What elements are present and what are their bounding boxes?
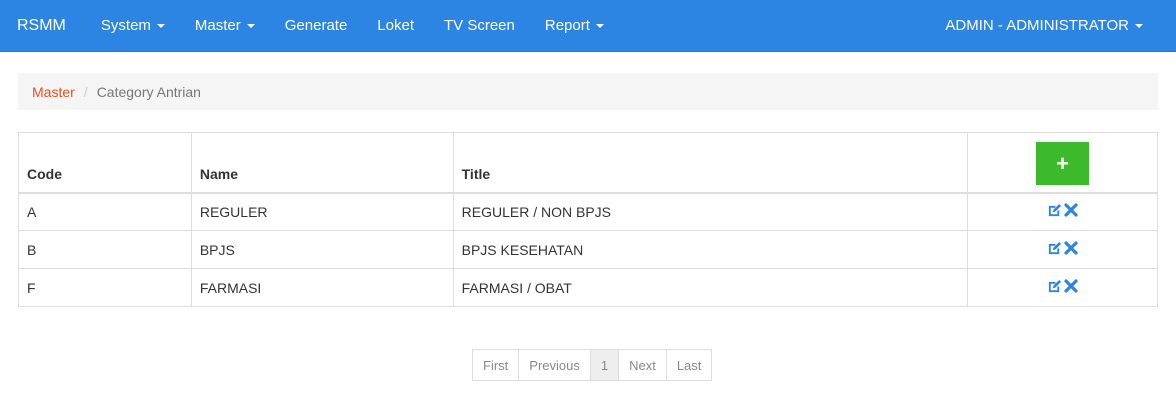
- category-table: Code Name Title + A REGULER REGULER / NO…: [18, 132, 1158, 307]
- pagination: First Previous 1 Next Last: [472, 349, 713, 381]
- caret-down-icon: [246, 23, 255, 28]
- nav-report-menu[interactable]: Report: [530, 0, 619, 51]
- table-header-row: Code Name Title +: [18, 132, 1158, 194]
- nav-master-menu[interactable]: Master: [180, 0, 270, 51]
- cell-code: A: [18, 192, 192, 231]
- nav-master-label: Master: [194, 17, 241, 34]
- table-row: B BPJS BPJS KESEHATAN: [18, 230, 1158, 269]
- nav-tv-screen-link[interactable]: TV Screen: [429, 0, 530, 51]
- page-current-button[interactable]: 1: [589, 350, 619, 380]
- breadcrumb-current: Category Antrian: [96, 83, 201, 100]
- cell-name: REGULER: [190, 192, 454, 231]
- cell-title: FARMASI / OBAT: [452, 268, 969, 307]
- cell-title: REGULER / NON BPJS: [452, 192, 969, 231]
- breadcrumb-master-link[interactable]: Master: [32, 84, 75, 100]
- nav-system-label: System: [100, 17, 151, 34]
- nav-generate-label: Generate: [284, 17, 348, 34]
- nav-report-label: Report: [544, 17, 590, 34]
- page-last-button[interactable]: Last: [665, 350, 712, 380]
- user-menu[interactable]: ADMIN - ADMINISTRATOR: [945, 0, 1176, 51]
- header-title: Title: [452, 132, 969, 194]
- nav-generate-link[interactable]: Generate: [270, 0, 363, 51]
- header-actions: +: [967, 132, 1158, 194]
- cell-title: BPJS KESEHATAN: [452, 230, 969, 269]
- page-first-button[interactable]: First: [473, 350, 519, 380]
- table-row: F FARMASI FARMASI / OBAT: [18, 268, 1158, 307]
- cell-name: FARMASI: [190, 268, 454, 307]
- delete-icon[interactable]: [1064, 203, 1078, 217]
- nav-system-menu[interactable]: System: [86, 0, 180, 51]
- page-next-button[interactable]: Next: [618, 350, 666, 380]
- user-name: ADMIN - ADMINISTRATOR: [945, 17, 1129, 34]
- breadcrumb: Master / Category Antrian: [18, 73, 1158, 110]
- edit-icon[interactable]: [1047, 241, 1062, 256]
- page-previous-button[interactable]: Previous: [518, 350, 590, 380]
- brand-link[interactable]: RSMM: [0, 0, 81, 51]
- delete-icon[interactable]: [1064, 241, 1078, 255]
- cell-code: F: [18, 268, 192, 307]
- cell-actions: [967, 268, 1158, 307]
- cell-actions: [967, 230, 1158, 269]
- caret-down-icon: [156, 23, 165, 28]
- top-navbar: RSMM System Master Generate Loket TV Scr…: [0, 0, 1176, 52]
- nav-tv-screen-label: TV Screen: [444, 17, 515, 34]
- nav-loket-link[interactable]: Loket: [362, 0, 429, 51]
- nav-loket-label: Loket: [377, 17, 414, 34]
- cell-actions: [967, 192, 1158, 231]
- caret-down-icon: [1135, 23, 1143, 28]
- header-name: Name: [190, 132, 454, 194]
- cell-code: B: [18, 230, 192, 269]
- header-code: Code: [18, 132, 192, 194]
- edit-icon[interactable]: [1047, 203, 1062, 218]
- table-row: A REGULER REGULER / NON BPJS: [18, 192, 1158, 231]
- nav-left: RSMM System Master Generate Loket TV Scr…: [0, 0, 619, 51]
- user-menu-toggle[interactable]: ADMIN - ADMINISTRATOR: [945, 0, 1143, 51]
- edit-icon[interactable]: [1047, 279, 1062, 294]
- add-category-button[interactable]: +: [1036, 141, 1090, 185]
- breadcrumb-separator: /: [83, 83, 88, 100]
- cell-name: BPJS: [190, 230, 454, 269]
- caret-down-icon: [595, 23, 604, 28]
- delete-icon[interactable]: [1064, 279, 1078, 293]
